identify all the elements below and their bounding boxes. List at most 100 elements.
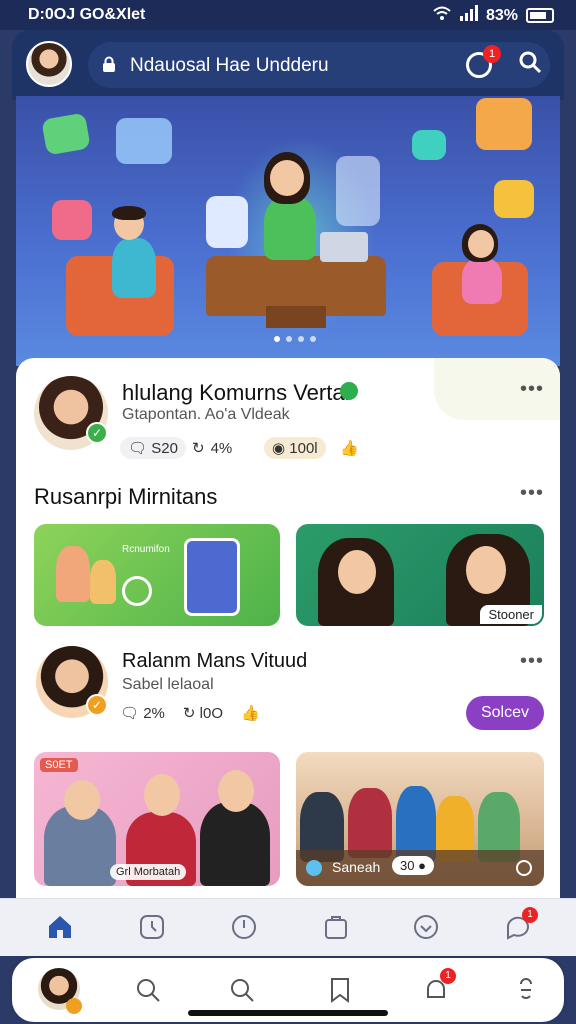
wifi-icon bbox=[432, 5, 452, 26]
timer-icon[interactable] bbox=[516, 860, 532, 876]
carousel-dots[interactable] bbox=[274, 336, 316, 342]
section-more-icon[interactable]: ••• bbox=[520, 482, 544, 505]
media-card-meeting[interactable]: Saneah 30 ● bbox=[296, 752, 544, 886]
girl-head-right bbox=[468, 230, 494, 258]
boy-hair bbox=[112, 206, 146, 220]
second-share-stat[interactable]: ↻ l0O bbox=[183, 704, 223, 722]
chat-badge: 1 bbox=[522, 907, 538, 923]
screen-tile-icon bbox=[206, 196, 248, 248]
status-time: D:0OJ GO&Xlet bbox=[28, 6, 146, 23]
media-bar-label: Saneah bbox=[332, 859, 381, 875]
group-icon bbox=[306, 860, 322, 876]
like-icon[interactable]: 👍 bbox=[340, 436, 359, 460]
media-label: Rcnumifon bbox=[122, 544, 170, 555]
share-stat[interactable]: ↻ 4% bbox=[192, 436, 232, 460]
bag-icon[interactable] bbox=[322, 913, 350, 941]
clock-icon[interactable] bbox=[138, 913, 166, 941]
section-title: Rusanrpi Mirnitans bbox=[34, 484, 218, 509]
chart-tile-icon bbox=[494, 180, 534, 218]
girl-figure-right bbox=[462, 258, 502, 304]
boy-figure bbox=[112, 238, 156, 298]
heart-icon[interactable] bbox=[412, 913, 440, 941]
person-face bbox=[338, 550, 376, 594]
refresh-icon bbox=[122, 576, 152, 606]
media-tag-top: S0ET bbox=[40, 758, 78, 772]
featured-name[interactable]: hlulang Komurns Vertal bbox=[122, 380, 349, 406]
battery-icon bbox=[526, 8, 554, 23]
girl-head-center bbox=[270, 160, 304, 196]
verified-check-icon: ✓ bbox=[86, 694, 108, 716]
second-share-count: l0O bbox=[199, 705, 223, 722]
verified-check-icon: ✓ bbox=[86, 422, 108, 444]
blocks-tile-icon bbox=[476, 98, 532, 150]
lock-icon bbox=[102, 56, 116, 77]
search-icon[interactable] bbox=[228, 976, 256, 1004]
laptop-icon bbox=[320, 232, 368, 262]
person-photo bbox=[200, 802, 270, 886]
person-face bbox=[64, 780, 100, 820]
person-face bbox=[218, 770, 254, 812]
second-comment-stat[interactable]: 🗨 2% bbox=[120, 704, 165, 722]
notification-badge: 1 bbox=[483, 45, 501, 63]
notification-bell-icon[interactable]: 1 bbox=[466, 45, 501, 78]
desk-base bbox=[266, 306, 326, 328]
share-icon: ↻ bbox=[182, 705, 196, 722]
settings-icon[interactable] bbox=[512, 976, 540, 1004]
cartoon-figure bbox=[56, 546, 90, 602]
coin-stat[interactable]: ◉ 100l bbox=[264, 436, 326, 460]
comment-icon: 🗨 bbox=[128, 440, 148, 457]
media-bar-count: 30 ● bbox=[392, 856, 434, 875]
coin-icon: ◉ bbox=[272, 440, 286, 457]
share-count: 4% bbox=[210, 439, 233, 457]
media-card-group[interactable]: S0ET Grl Morbatah bbox=[34, 752, 280, 886]
compass-icon[interactable] bbox=[230, 913, 258, 941]
search-icon[interactable] bbox=[134, 976, 162, 1004]
search-title: Ndauosal Hae Undderu bbox=[130, 55, 329, 76]
coin-count: 100l bbox=[289, 440, 318, 457]
media-card-people[interactable]: Stooner bbox=[296, 524, 544, 626]
app-tile-icon bbox=[41, 112, 91, 156]
battery-text: 83% bbox=[485, 6, 518, 24]
follow-button[interactable]: Solcev bbox=[466, 696, 544, 730]
bell-badge: 1 bbox=[440, 968, 456, 984]
like-icon[interactable]: 👍 bbox=[241, 704, 260, 722]
home-icon[interactable] bbox=[46, 913, 74, 941]
more-options-icon[interactable]: ••• bbox=[520, 378, 544, 401]
person-face bbox=[144, 774, 180, 816]
feed-card: ••• ✓ hlulang Komurns Vertal Gtapontan. … bbox=[16, 358, 560, 898]
hero-banner[interactable] bbox=[16, 96, 560, 366]
media-caption-bar: Saneah 30 ● bbox=[296, 850, 544, 886]
comment-stat[interactable]: 🗨 S20 bbox=[120, 436, 186, 460]
person-photo bbox=[348, 788, 392, 858]
avatar-status-dot bbox=[66, 998, 82, 1014]
featured-subtitle: Gtapontan. Ao'a Vldeak bbox=[122, 406, 290, 423]
comment-icon: 🗨 bbox=[120, 705, 140, 722]
screen-tile-icon bbox=[336, 156, 380, 226]
search-bar[interactable]: Ndauosal Hae Undderu 1 bbox=[88, 42, 550, 88]
chat-icon[interactable]: 1 bbox=[504, 907, 538, 941]
second-subtitle: Sabel lelaoal bbox=[122, 676, 214, 693]
share-icon: ↻ bbox=[192, 440, 205, 457]
signal-icon bbox=[459, 5, 478, 26]
search-icon[interactable] bbox=[518, 50, 542, 74]
girl-figure-center bbox=[264, 196, 316, 260]
app-header: Ndauosal Hae Undderu 1 bbox=[12, 30, 564, 100]
media-card-cartoon[interactable]: Rcnumifon bbox=[34, 524, 280, 626]
cartoon-figure bbox=[90, 560, 116, 604]
online-status-icon bbox=[340, 382, 358, 400]
profile-avatar[interactable] bbox=[26, 41, 72, 87]
media-tag: Stooner bbox=[480, 605, 542, 624]
chat-tile-icon bbox=[116, 118, 172, 164]
home-indicator bbox=[188, 1010, 388, 1016]
calendar-tile-icon bbox=[52, 200, 92, 240]
second-more-icon[interactable]: ••• bbox=[520, 650, 544, 673]
phone-illustration bbox=[184, 538, 240, 616]
cloud-tile-icon bbox=[412, 130, 446, 160]
comment-count: S20 bbox=[151, 440, 178, 457]
second-stats: 🗨 2% ↻ l0O 👍 bbox=[120, 704, 260, 722]
media-tag-bottom: Grl Morbatah bbox=[110, 864, 187, 880]
bookmark-icon[interactable] bbox=[326, 976, 354, 1004]
person-face bbox=[466, 546, 506, 594]
second-name[interactable]: Ralanm Mans Vituud bbox=[122, 650, 307, 673]
bell-icon[interactable]: 1 bbox=[422, 968, 456, 1004]
